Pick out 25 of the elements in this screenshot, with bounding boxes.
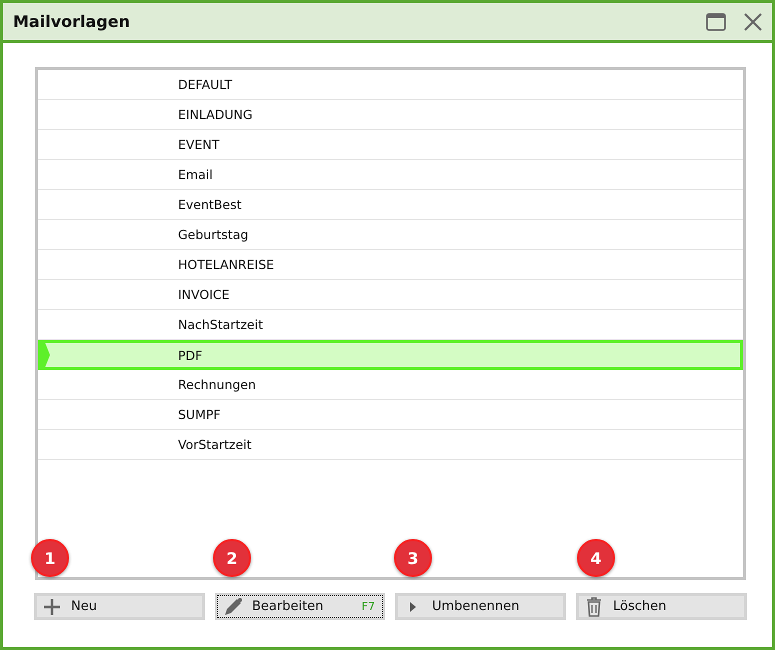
template-row[interactable]: INVOICE: [38, 280, 743, 310]
pencil-icon: [223, 596, 243, 616]
template-row[interactable]: Geburtstag: [38, 220, 743, 250]
edit-button[interactable]: Bearbeiten F7: [215, 593, 385, 620]
close-icon[interactable]: [744, 12, 762, 30]
template-row[interactable]: Rechnungen: [38, 370, 743, 400]
trash-icon: [586, 596, 602, 616]
rename-button[interactable]: Umbenennen: [395, 593, 566, 620]
template-row[interactable]: DEFAULT: [38, 70, 743, 100]
template-row[interactable]: PDF: [38, 340, 743, 370]
shortcut-hint: F7: [362, 600, 376, 613]
template-row[interactable]: EINLADUNG: [38, 100, 743, 130]
maximize-icon[interactable]: [706, 12, 726, 30]
template-row[interactable]: Email: [38, 160, 743, 190]
window-title: Mailvorlagen: [13, 12, 131, 31]
template-row[interactable]: VorStartzeit: [38, 430, 743, 460]
triangle-icon: [410, 602, 416, 612]
new-button[interactable]: Neu: [34, 593, 205, 620]
template-row[interactable]: SUMPF: [38, 400, 743, 430]
template-row[interactable]: HOTELANREISE: [38, 250, 743, 280]
delete-button[interactable]: Löschen: [576, 593, 747, 620]
selection-marker-icon: [38, 340, 52, 370]
template-row[interactable]: EVENT: [38, 130, 743, 160]
template-row[interactable]: EventBest: [38, 190, 743, 220]
plus-icon: [43, 598, 61, 616]
